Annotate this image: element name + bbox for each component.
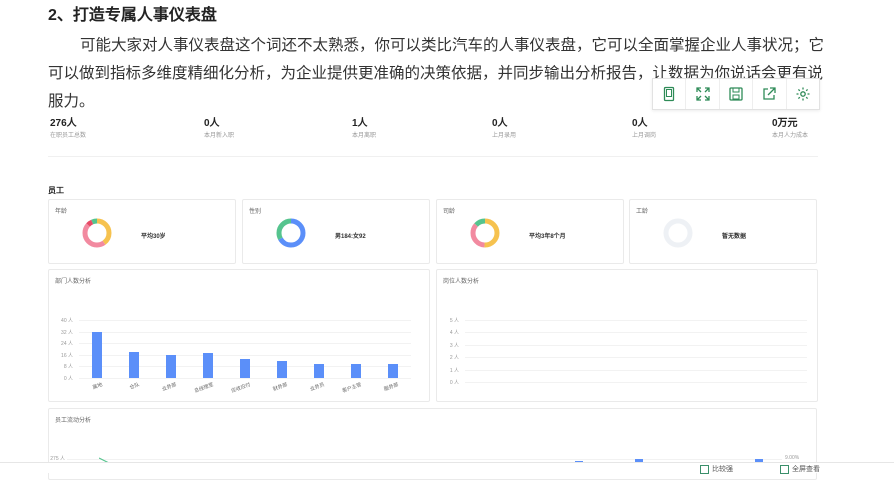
y-tick: 2 人	[449, 355, 459, 362]
gridline	[79, 320, 411, 321]
chart-title: 部门人数分析	[55, 279, 92, 285]
x-tick: 业务员	[308, 381, 326, 393]
status-item[interactable]: 全屏查看	[780, 464, 820, 474]
card-value: 暂无数据	[722, 234, 747, 240]
stat-item: 0万元 本月人力成本	[772, 118, 809, 139]
dept-bar[interactable]	[203, 353, 214, 378]
card-value: 男184:女92	[335, 234, 366, 240]
gender-card[interactable]: 性别 男184:女92	[242, 199, 430, 264]
gridline	[67, 459, 782, 460]
y-tick: 16 人	[61, 352, 73, 359]
x-tick: 财务部	[272, 381, 289, 393]
gridline	[79, 343, 411, 345]
dept-bar[interactable]	[166, 354, 177, 378]
x-tick: 属地	[92, 381, 104, 392]
gridline	[465, 344, 807, 346]
stats-row: 276人 在职员工总数 0人 本月新入职 1人 本月离职 0人 上月录用 0人 上月调岗 …	[48, 114, 818, 154]
stat-item: 0人 上月调岗	[632, 118, 657, 139]
dept-chart-card[interactable]: 部门人数分析 0 人 8 人 16 人 24 人 32 人 40 人属地 仓队 业务部 总经理室…	[48, 269, 430, 402]
stat-item: 276人 在职员工总数	[50, 118, 87, 139]
y-tick: 275 人	[50, 456, 65, 462]
x-tick: 服务部	[382, 381, 399, 393]
dept-bar[interactable]	[129, 351, 140, 378]
age-donut	[82, 218, 112, 248]
dept-bar[interactable]	[92, 331, 103, 378]
fullscreen-icon	[695, 87, 710, 101]
card-value: 平均30岁	[141, 234, 166, 240]
settings-button[interactable]	[787, 79, 819, 109]
gridline	[79, 378, 411, 379]
gridline	[465, 332, 807, 334]
checkbox-icon	[700, 464, 709, 474]
x-tick: 总经理室	[193, 381, 215, 395]
y-tick: 4 人	[449, 330, 459, 337]
gridline	[79, 331, 411, 333]
y-tick: 0 人	[63, 376, 73, 382]
card-title: 年龄	[55, 209, 68, 215]
article-heading: 2、打造专属人事仪表盘	[48, 7, 217, 24]
checkbox-icon	[780, 464, 789, 474]
card-title: 司龄	[443, 209, 456, 215]
divider	[48, 156, 818, 157]
right-tick: 9.00%	[785, 455, 800, 461]
tenure-card[interactable]: 司龄 平均3年8个月	[436, 199, 624, 264]
dept-bar[interactable]	[387, 363, 398, 378]
floating-toolbar	[652, 78, 820, 110]
gender-donut	[276, 218, 306, 248]
gridline	[465, 369, 807, 371]
dept-bar[interactable]	[350, 363, 361, 378]
y-tick: 24 人	[61, 341, 73, 348]
x-tick: 业务部	[161, 381, 178, 393]
y-tick: 40 人	[61, 318, 73, 324]
seniority-card[interactable]: 工龄 暂无数据	[629, 199, 817, 264]
gridline	[465, 357, 807, 359]
x-tick: 仓队	[129, 381, 141, 392]
y-tick: 8 人	[63, 364, 73, 371]
gridline	[465, 382, 807, 383]
seniority-donut	[663, 218, 693, 248]
y-tick: 0 人	[449, 380, 459, 386]
stat-item: 0人 本月新入职	[204, 118, 235, 139]
dept-bar[interactable]	[240, 359, 250, 378]
status-item[interactable]: 比较强	[700, 464, 733, 474]
y-tick: 1 人	[449, 367, 459, 374]
stat-item: 1人 本月离职	[352, 118, 377, 139]
gridline	[465, 320, 807, 321]
save-icon	[729, 87, 743, 101]
post-chart-card[interactable]: 岗位人数分析 0 人 1 人 2 人 3 人 4 人 5 人	[436, 269, 818, 402]
tablet-icon	[664, 86, 675, 102]
y-tick: 32 人	[61, 329, 73, 336]
card-title: 工龄	[636, 209, 649, 215]
share-icon	[763, 87, 777, 100]
y-tick: 5 人	[449, 318, 459, 324]
y-tick: 3 人	[449, 342, 459, 349]
tablet-button[interactable]	[653, 79, 687, 109]
chart-title: 岗位人数分析	[443, 279, 480, 285]
chart-title: 员工流动分析	[55, 418, 92, 424]
dept-bar[interactable]	[313, 363, 324, 378]
card-title: 性别	[249, 209, 262, 215]
status-bar: 比较强 全屏查看	[0, 462, 894, 474]
save-button[interactable]	[720, 79, 754, 109]
section-title: 员工	[48, 186, 64, 195]
stat-item: 0人 上月录用	[492, 118, 517, 139]
share-button[interactable]	[753, 79, 787, 109]
dept-bar[interactable]	[276, 360, 287, 378]
fullscreen-button[interactable]	[686, 79, 720, 109]
x-tick: 应收应付	[230, 381, 252, 395]
tenure-donut	[470, 218, 500, 248]
settings-icon	[796, 87, 810, 101]
x-tick: 客户主管	[341, 381, 363, 395]
card-value: 平均3年8个月	[529, 234, 566, 240]
age-card[interactable]: 年龄 平均30岁	[48, 199, 236, 264]
